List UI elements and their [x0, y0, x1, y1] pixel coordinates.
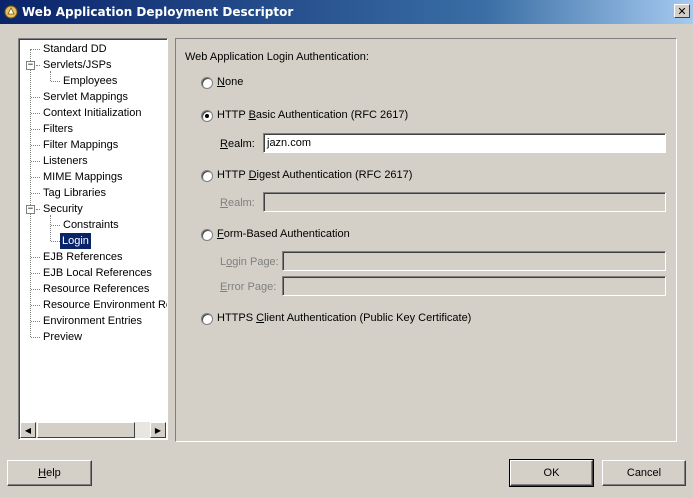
help-button[interactable]: Help: [7, 460, 92, 486]
collapse-icon[interactable]: −: [26, 61, 35, 70]
tree-item-label: Standard DD: [43, 43, 107, 55]
tree-item-label: EJB Local References: [43, 267, 152, 279]
error-page-label: Error Page:: [220, 281, 277, 293]
tree-connector: [51, 241, 60, 242]
scroll-right-icon: ▶: [154, 425, 162, 435]
error-page-input: [282, 276, 666, 296]
login-page-input: [282, 251, 666, 271]
tree-connector: [31, 273, 40, 274]
ok-button[interactable]: OK: [509, 459, 594, 487]
tree-connector: [31, 129, 40, 130]
radio-form-based-label[interactable]: Form-Based Authentication: [217, 228, 350, 240]
radio-https-client[interactable]: [201, 313, 213, 325]
tree-item-label: Resource References: [43, 283, 150, 295]
tree-connector: [31, 177, 40, 178]
digest-realm-label: Realm:: [220, 197, 255, 209]
radio-http-digest[interactable]: [201, 170, 213, 182]
radio-form-based[interactable]: [201, 229, 213, 241]
tree-connector: [31, 289, 40, 290]
tree-connector: [51, 81, 60, 82]
tree-connector: [31, 257, 40, 258]
horizontal-scrollbar[interactable]: ◀ ▶: [20, 422, 166, 438]
scrollbar-thumb[interactable]: [37, 422, 135, 438]
tree-connector: [31, 193, 40, 194]
close-button[interactable]: ✕: [674, 4, 690, 18]
cancel-button[interactable]: Cancel: [602, 460, 686, 486]
tree-item-label: Servlet Mappings: [43, 91, 128, 103]
close-icon: ✕: [677, 4, 687, 18]
tree-item-label: Resource Environment Re: [43, 299, 168, 311]
tree-connector: [31, 337, 40, 338]
tree-item-label: Environment Entries: [43, 315, 143, 327]
tree-connector: [51, 225, 60, 226]
tree-connector: [36, 65, 40, 66]
tree-item-label: MIME Mappings: [43, 171, 123, 183]
radio-http-basic-label[interactable]: HTTP Basic Authentication (RFC 2617): [217, 109, 408, 121]
tree-item-label: Security: [43, 203, 83, 215]
radio-http-digest-label[interactable]: HTTP Digest Authentication (RFC 2617): [217, 169, 412, 181]
radio-none-label[interactable]: None: [217, 76, 243, 88]
scroll-left-icon: ◀: [24, 425, 32, 435]
tree-item-label: Preview: [43, 331, 83, 343]
radio-none[interactable]: [201, 77, 213, 89]
login-page-label: Login Page:: [220, 256, 279, 268]
tree-item-label: Employees: [63, 75, 118, 87]
tree-item-label: Listeners: [43, 155, 88, 167]
tree-connector: [31, 49, 40, 50]
section-heading: Web Application Login Authentication:: [185, 51, 369, 63]
collapse-icon[interactable]: −: [26, 205, 35, 214]
tree-connector: [31, 161, 40, 162]
scroll-left-button[interactable]: ◀: [20, 422, 36, 438]
radio-http-basic[interactable]: [201, 110, 213, 122]
tree-item-label: Tag Libraries: [43, 187, 106, 199]
tree-item-label: Login: [60, 233, 91, 249]
basic-realm-input[interactable]: jazn.com: [263, 133, 666, 153]
tree-item-label: Servlets/JSPs: [43, 59, 112, 71]
tree-connector: [31, 97, 40, 98]
radio-https-client-label[interactable]: HTTPS Client Authentication (Public Key …: [217, 312, 471, 324]
app-icon: [4, 5, 18, 19]
tree-item-label: Filters: [43, 123, 73, 135]
tree-connector: [31, 305, 40, 306]
tree-connector: [31, 145, 40, 146]
tree-connector: [31, 113, 40, 114]
basic-realm-label: Realm:: [220, 138, 255, 150]
login-settings-panel: Web Application Login Authentication: No…: [175, 38, 677, 442]
tree-connector: [50, 215, 51, 241]
tree-connector: [31, 321, 40, 322]
tree-connector: [36, 209, 40, 210]
window-title: Web Application Deployment Descriptor: [22, 5, 294, 19]
tree-item-label: Context Initialization: [43, 107, 142, 119]
scroll-right-button[interactable]: ▶: [150, 422, 166, 438]
tree-item-label: Filter Mappings: [43, 139, 119, 151]
title-bar: Web Application Deployment Descriptor ✕: [0, 0, 693, 24]
navigation-tree[interactable]: Standard DD − Servlets/JSPs Employees Se…: [18, 38, 168, 440]
tree-item-label: Constraints: [63, 219, 119, 231]
digest-realm-input: [263, 192, 666, 212]
tree-item-label: EJB References: [43, 251, 123, 263]
